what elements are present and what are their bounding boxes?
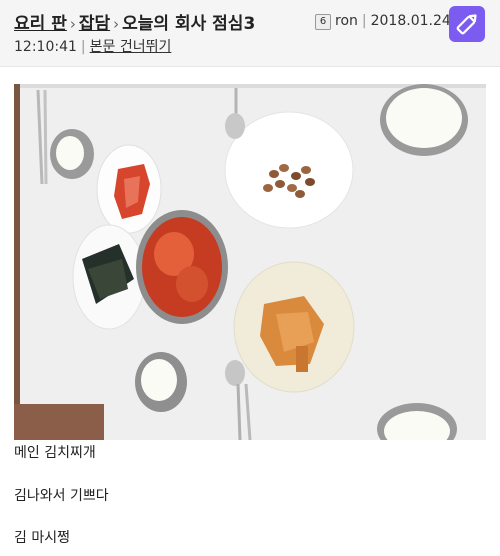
rice-bowl-large	[380, 84, 468, 156]
post-line-1: 메인 김치찌개	[14, 445, 96, 461]
post-time: 12:10:41	[14, 39, 77, 55]
fishcake-plate	[233, 261, 355, 393]
breadcrumb-board-link[interactable]: 요리 판	[14, 14, 67, 34]
floor-corner	[14, 404, 104, 440]
post-header: 요리 판 › 잡담 › 오늘의 회사 점심3 6 ron | 2018.01.24 12:10…	[0, 0, 500, 67]
breadcrumb-separator: ›	[69, 15, 76, 33]
pencil-icon	[456, 14, 477, 35]
floor-edge	[14, 84, 20, 440]
rice-bowl-small-top	[50, 129, 94, 179]
lunch-photo	[14, 84, 486, 440]
level-badge: 6	[315, 14, 331, 30]
post-date: 2018.01.24	[370, 13, 451, 29]
skip-to-content-link[interactable]: 본문 건너뛰기	[90, 39, 172, 55]
edit-button[interactable]	[449, 6, 485, 42]
kimchi-stew-pot	[136, 210, 228, 324]
post-time-row: 12:10:41 | 본문 건너뛰기	[14, 39, 172, 55]
gim-plate	[72, 224, 146, 330]
post-line-2: 김나와서 기쁘다	[14, 488, 109, 504]
kimchi-plate	[96, 144, 162, 234]
breadcrumb: 요리 판 › 잡담 › 오늘의 회사 점심3	[14, 9, 255, 34]
author-name[interactable]: ron	[335, 13, 358, 29]
rice-bowl-small-bottom	[135, 352, 187, 412]
author-info: 6 ron | 2018.01.24	[315, 13, 451, 30]
breadcrumb-separator: ›	[113, 15, 120, 33]
breadcrumb-category-link[interactable]: 잡담	[79, 14, 110, 34]
post-line-3: 김 마시쩡	[14, 530, 70, 546]
post-title: 오늘의 회사 점심3	[122, 14, 256, 34]
